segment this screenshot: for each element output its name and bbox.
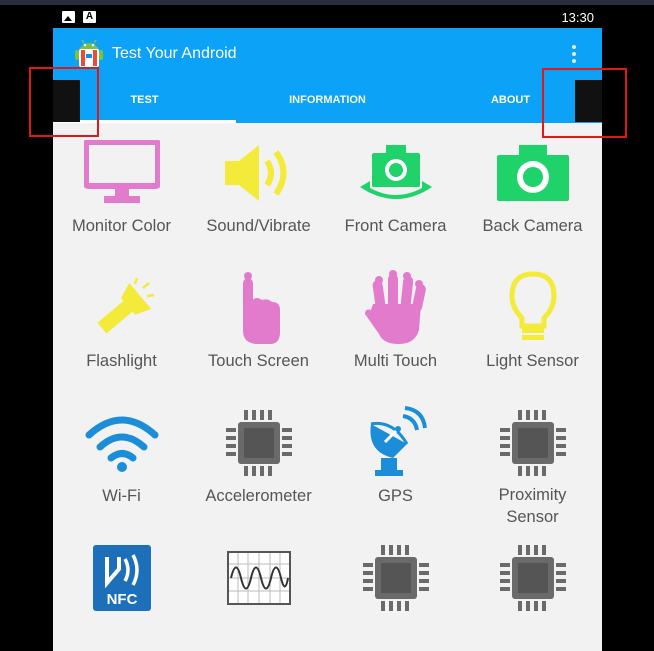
tile-back-camera[interactable]: Back Camera — [464, 123, 601, 258]
nfc-icon: NFC — [92, 545, 151, 611]
a-icon: A — [83, 11, 96, 23]
chip-icon — [225, 410, 292, 476]
monitor-icon — [83, 140, 160, 203]
multi-touch-hand-icon — [364, 270, 426, 344]
tile-light-sensor[interactable]: Light Sensor — [464, 258, 601, 393]
tile-front-camera[interactable]: Front Camera — [327, 123, 464, 258]
highlight-box-right — [542, 68, 627, 138]
tile-accelerometer[interactable]: Accelerometer — [190, 393, 327, 528]
tile-touch-screen[interactable]: Touch Screen — [190, 258, 327, 393]
tile-label: Monitor Color — [71, 217, 172, 235]
tile-flashlight[interactable]: Flashlight — [53, 258, 190, 393]
tile-label: Proximity Sensor — [498, 486, 567, 526]
chip-icon — [499, 545, 566, 611]
tile-label: Multi Touch — [353, 352, 438, 370]
tile-label: Touch Screen — [208, 352, 309, 370]
chip-icon — [362, 545, 429, 611]
tile-multi-touch[interactable]: Multi Touch — [327, 258, 464, 393]
android-logo-icon — [75, 39, 103, 67]
chip-icon — [499, 409, 566, 476]
tile-sensor[interactable] — [464, 528, 601, 651]
front-camera-icon — [359, 145, 432, 199]
app-bar: Test Your Android TEST INFORMATION ABOUT — [53, 28, 602, 123]
light-bulb-icon — [508, 271, 557, 340]
tile-proximity-sensor[interactable]: Proximity Sensor — [464, 393, 601, 528]
tile-gps[interactable]: GPS — [327, 393, 464, 528]
image-icon — [62, 11, 75, 23]
status-bar: A 13:30 — [0, 0, 654, 28]
status-time: 13:30 — [561, 10, 594, 25]
tab-bar: TEST INFORMATION ABOUT — [53, 80, 602, 123]
highlight-box-left — [29, 67, 99, 137]
test-grid: Monitor Color Sound/Vibrate Front Camera… — [53, 123, 602, 651]
nfc-badge-text: NFC — [106, 591, 137, 608]
overflow-menu-icon[interactable] — [566, 43, 582, 65]
tile-label: Accelerometer — [205, 487, 312, 505]
tile-nfc[interactable]: NFC — [53, 528, 190, 651]
app-title: Test Your Android — [112, 45, 237, 62]
tab-information[interactable]: INFORMATION — [236, 80, 419, 123]
waveform-icon — [226, 551, 291, 605]
device-screen: A 13:30 Test Your Android TEST INFORMATI… — [0, 0, 654, 651]
tile-sound-vibrate[interactable]: Sound/Vibrate — [190, 123, 327, 258]
tile-sensor[interactable] — [327, 528, 464, 651]
tile-label: Back Camera — [482, 217, 583, 235]
tile-label: Front Camera — [344, 217, 447, 235]
satellite-dish-icon — [369, 406, 427, 476]
tile-label: Light Sensor — [486, 352, 579, 370]
touch-finger-icon — [242, 272, 280, 344]
status-icons: A — [62, 11, 96, 23]
tile-label: Wi-Fi — [102, 487, 141, 505]
flashlight-icon — [96, 277, 154, 334]
tile-label: GPS — [378, 487, 413, 505]
tile-monitor-color[interactable]: Monitor Color — [53, 123, 190, 258]
tile-label: Flashlight — [86, 352, 157, 370]
tile-wifi[interactable]: Wi-Fi — [53, 393, 190, 528]
app-window: Test Your Android TEST INFORMATION ABOUT… — [53, 28, 602, 651]
tile-label: Sound/Vibrate — [206, 217, 311, 235]
back-camera-icon — [496, 145, 569, 201]
speaker-icon — [224, 145, 286, 201]
wifi-icon — [85, 416, 158, 472]
tile-waveform[interactable] — [190, 528, 327, 651]
